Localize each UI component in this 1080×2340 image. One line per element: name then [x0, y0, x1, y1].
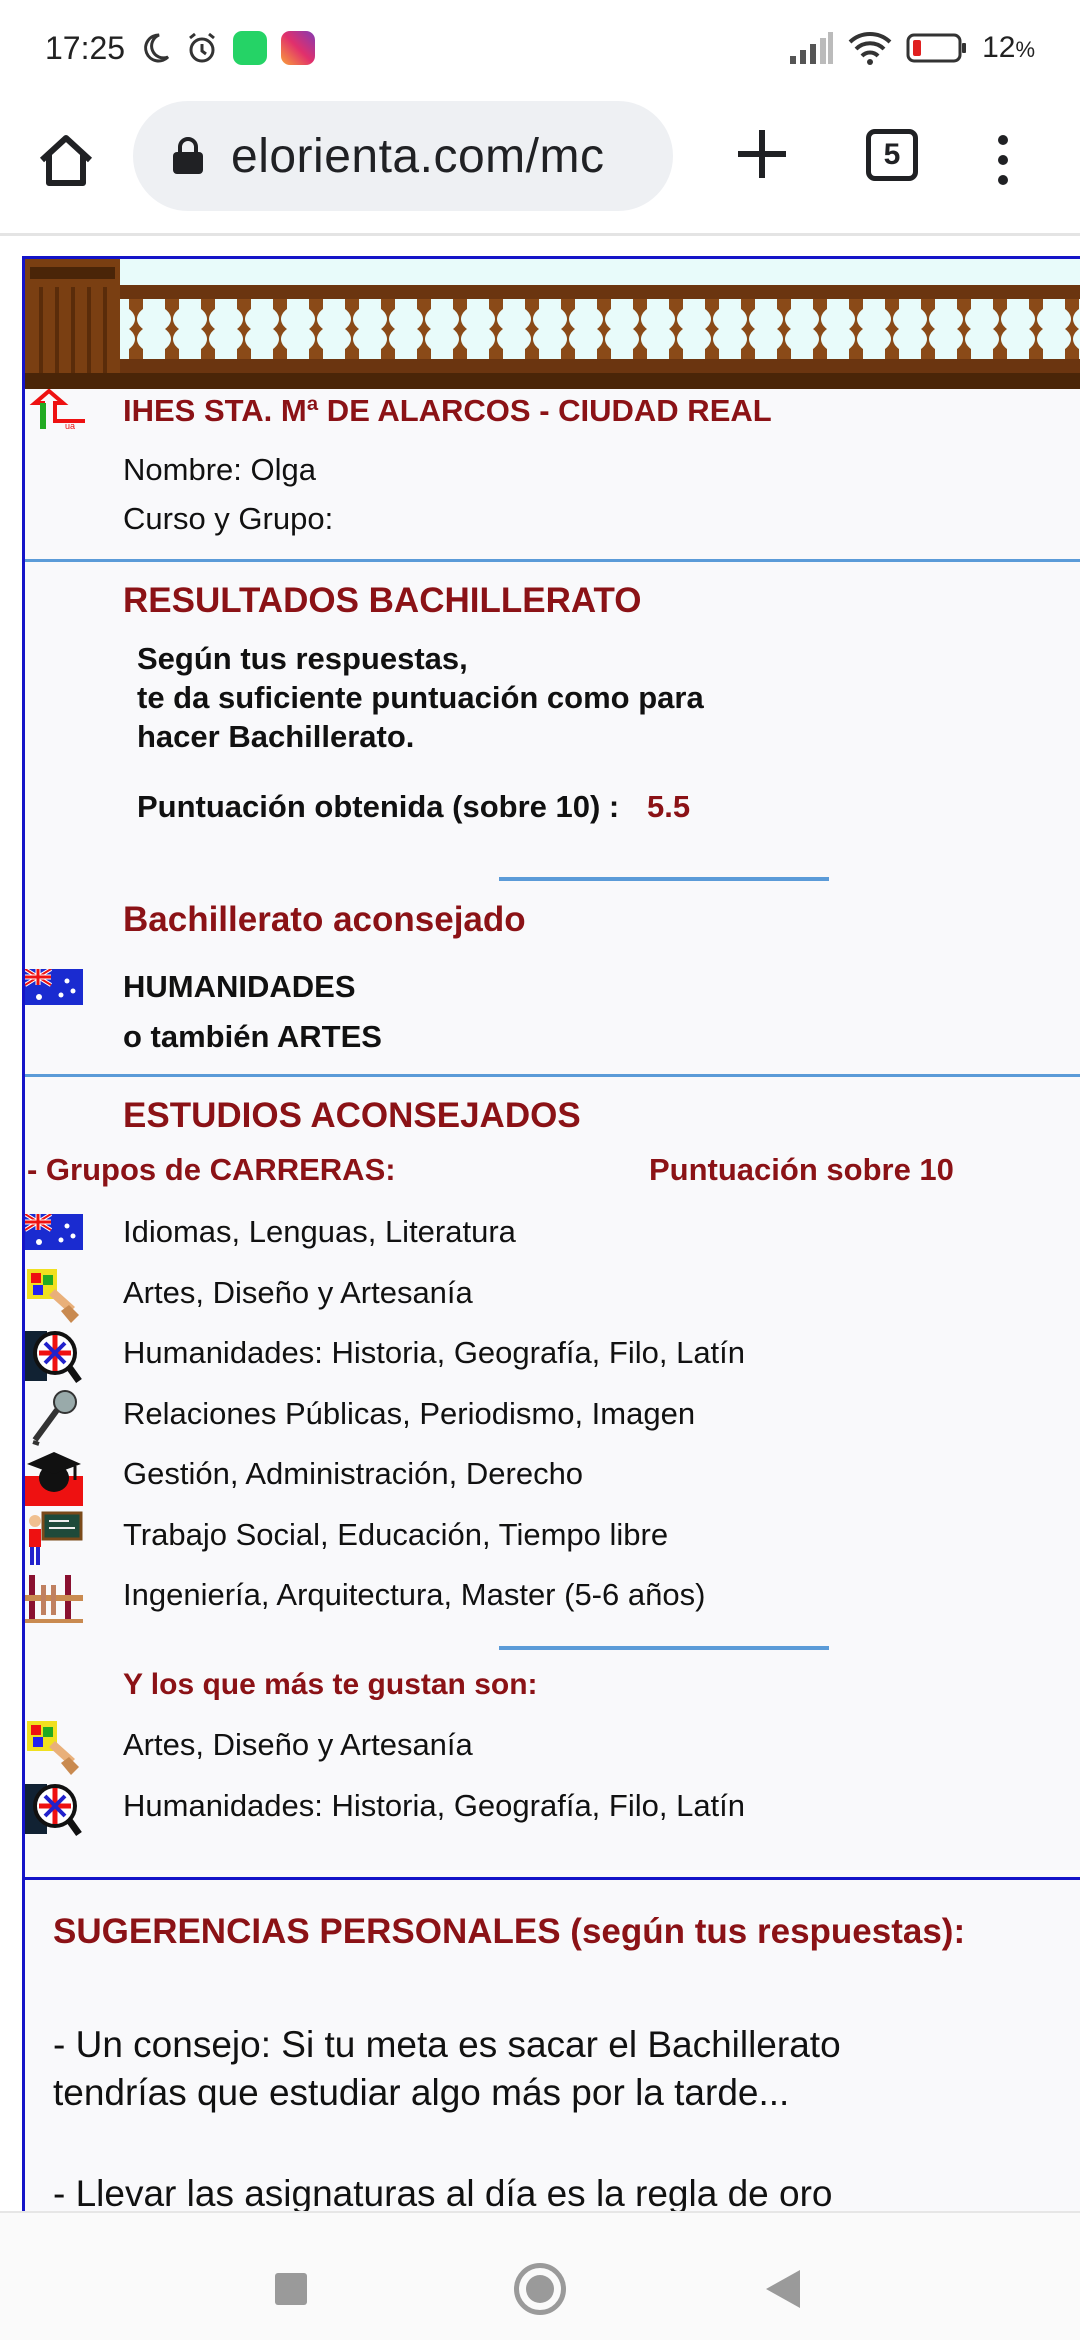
bachillerato-option-2: o también ARTES: [123, 1019, 382, 1054]
baluster: [885, 299, 899, 359]
rule: [499, 1646, 829, 1650]
baluster: [777, 299, 791, 359]
baluster: [957, 299, 971, 359]
battery-percent: 12%: [982, 31, 1035, 64]
clock: 17:25: [45, 29, 126, 66]
baluster: [381, 299, 395, 359]
palette-icon: [25, 1267, 83, 1325]
study-item: Artes, Diseño y Artesanía: [123, 1274, 473, 1310]
section-divider: [25, 1877, 1080, 1880]
school-name: IHES STA. Mª DE ALARCOS - CIUDAD REAL: [123, 393, 772, 428]
baluster: [345, 299, 359, 359]
wifi-icon: [848, 32, 892, 65]
study-item: Gestión, Administración, Derecho: [123, 1456, 584, 1491]
baluster: [201, 299, 215, 359]
results-line-1: Según tus respuestas,: [137, 641, 468, 676]
baluster: [237, 299, 251, 359]
home-button[interactable]: [514, 2263, 566, 2315]
favorite-item: Artes, Diseño y Artesanía: [123, 1727, 473, 1762]
score-value: 5.5: [647, 789, 691, 824]
more-menu-icon[interactable]: [990, 132, 1016, 188]
balustrade-image: [25, 259, 1080, 389]
favorite-item: Humanidades: Historia, Geografía, Filo, …: [123, 1787, 746, 1823]
baluster: [597, 299, 611, 359]
baluster: [921, 299, 935, 359]
baluster: [309, 299, 323, 359]
recents-button[interactable]: [275, 2273, 307, 2305]
study-item: Relaciones Públicas, Periodismo, Imagen: [123, 1395, 696, 1431]
section-divider: [25, 559, 1080, 562]
baluster: [849, 299, 863, 359]
course-group: Curso y Grupo:: [123, 501, 334, 536]
suggestion-1-line-1: - Un consejo: Si tu meta es sacar el Bac…: [53, 2024, 841, 2065]
baluster: [417, 299, 431, 359]
svg-text:ua: ua: [65, 421, 75, 431]
study-item: Ingeniería, Arquitectura, Master (5-6 añ…: [123, 1577, 706, 1612]
baluster: [273, 299, 287, 359]
score-header: Puntuación sobre 10: [649, 1152, 954, 1187]
flag-icon: [25, 1214, 83, 1250]
humanities-icon: [25, 1780, 83, 1838]
tabs-icon[interactable]: 5: [866, 129, 918, 181]
suggestion-1-line-2: tendrías que estudiar algo más por la ta…: [53, 2072, 790, 2113]
system-nav-bar: [0, 2211, 1080, 2340]
engineering-icon: [25, 1569, 83, 1627]
lock-icon: [173, 137, 203, 174]
student-name: Nombre: Olga: [123, 452, 316, 487]
baluster: [453, 299, 467, 359]
section-divider: [25, 1074, 1080, 1077]
suggestions-title: SUGERENCIAS PERSONALES (según tus respue…: [53, 1912, 966, 1951]
results-line-3: hacer Bachillerato.: [137, 719, 415, 754]
flag-icon: [25, 969, 83, 1005]
baluster: [1029, 299, 1043, 359]
baluster: [489, 299, 503, 359]
home-icon[interactable]: [34, 128, 98, 192]
palette-icon: [25, 1719, 83, 1777]
baluster: [1065, 299, 1079, 359]
status-bar: 17:25 12%: [0, 0, 1080, 96]
study-item: Idiomas, Lenguas, Literatura: [123, 1214, 516, 1249]
teacher-icon: [25, 1509, 83, 1567]
baluster: [561, 299, 575, 359]
suggestion-2-line-1: - Llevar las asignaturas al día es la re…: [53, 2173, 833, 2211]
address-bar[interactable]: elorienta.com/mc: [133, 101, 673, 211]
groups-header: - Grupos de CARRERAS:: [27, 1152, 396, 1187]
study-item: Humanidades: Historia, Geografía, Filo, …: [123, 1335, 746, 1370]
bachillerato-option-1: HUMANIDADES: [123, 969, 356, 1004]
favorites-title: Y los que más te gustan son:: [123, 1668, 538, 1701]
tab-count: 5: [883, 138, 901, 171]
signal-icon: [790, 32, 834, 64]
battery-icon: [906, 33, 967, 63]
balustrade-banner: [25, 259, 1080, 389]
alarm-icon: [189, 32, 216, 63]
graduation-cap-icon: [25, 1448, 83, 1506]
baluster: [633, 299, 647, 359]
humanities-icon: [25, 1327, 83, 1385]
studies-title: ESTUDIOS ACONSEJADOS: [123, 1096, 581, 1135]
baluster: [525, 299, 539, 359]
rule: [499, 877, 829, 881]
microphone-icon: [25, 1388, 83, 1446]
bachillerato-title: Bachillerato aconsejado: [123, 900, 526, 939]
baluster: [669, 299, 683, 359]
results-line-2: te da suficiente puntuación como para: [137, 680, 704, 715]
back-button[interactable]: [766, 2270, 800, 2308]
baluster: [705, 299, 719, 359]
baluster: [165, 299, 179, 359]
baluster: [741, 299, 755, 359]
browser-toolbar: elorienta.com/mc 5: [0, 96, 1080, 236]
arrow-home-icon[interactable]: ua: [25, 389, 95, 434]
whatsapp-icon: [233, 31, 268, 65]
study-item: Trabajo Social, Educación, Tiempo libre: [123, 1516, 669, 1552]
instagram-icon: [281, 31, 316, 65]
baluster: [129, 299, 143, 359]
url-text[interactable]: elorienta.com/mc: [231, 129, 604, 184]
new-tab-icon[interactable]: [732, 124, 792, 184]
results-title: RESULTADOS BACHILLERATO: [123, 581, 642, 620]
results-page: ua IHES STA. Mª DE ALARCOS - CIUDAD REAL…: [22, 256, 1080, 2211]
baluster: [813, 299, 827, 359]
moon-icon: [144, 33, 170, 63]
baluster: [993, 299, 1007, 359]
score-label: Puntuación obtenida (sobre 10) :: [137, 789, 620, 824]
